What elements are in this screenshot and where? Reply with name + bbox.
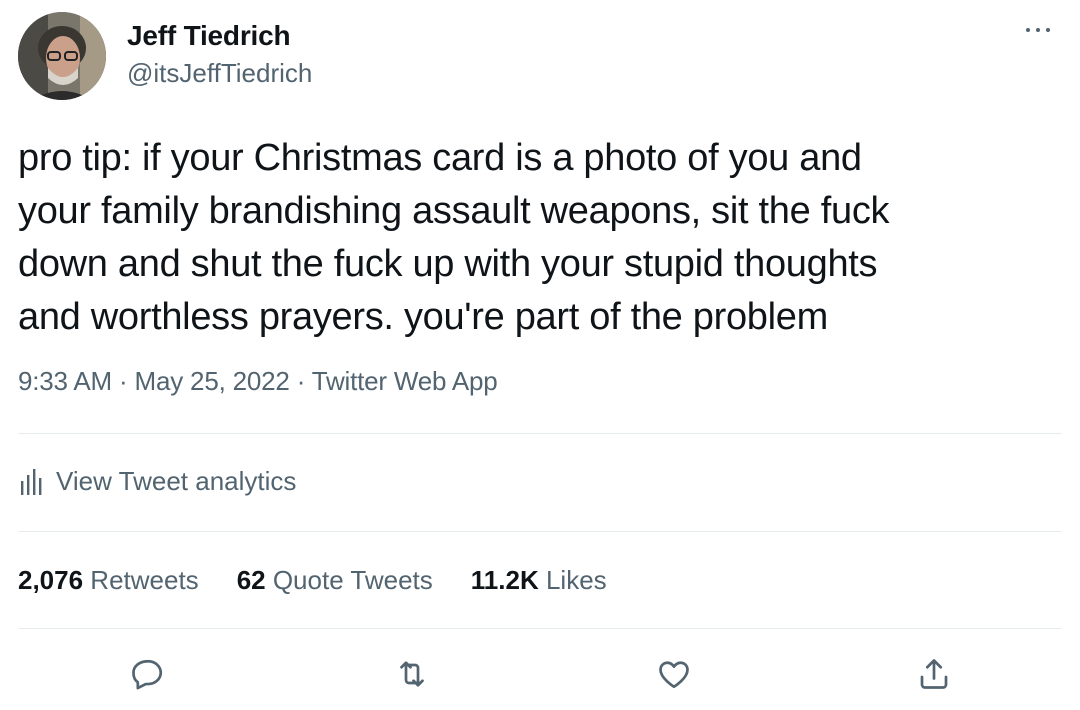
tweet-text-line: down and shut the fuck up with your stup… (18, 243, 878, 285)
retweets-label: Retweets (83, 565, 199, 595)
tweet-text-line: and worthless prayers. you're part of th… (18, 296, 828, 338)
tweet-text-line: your family brandishing assault weapons,… (18, 190, 890, 232)
analytics-icon (21, 468, 42, 495)
more-options-icon[interactable] (1018, 14, 1058, 44)
reply-icon (132, 659, 163, 690)
retweet-icon (400, 661, 424, 687)
tweet-date[interactable]: May 25, 2022 (135, 366, 290, 396)
tweet-actions (0, 650, 1080, 700)
author-handle[interactable]: @itsJeffTiedrich (127, 58, 312, 89)
author-name[interactable]: Jeff Tiedrich (127, 20, 291, 52)
meta-separator: · (112, 366, 135, 396)
likes-stat[interactable]: 11.2K Likes (471, 565, 607, 596)
view-analytics-link[interactable]: View Tweet analytics (20, 466, 296, 497)
divider (18, 628, 1062, 629)
like-icon (659, 661, 689, 689)
like-button[interactable] (650, 650, 698, 698)
share-icon (920, 659, 948, 689)
avatar-photo (18, 12, 106, 100)
analytics-label: View Tweet analytics (56, 466, 297, 496)
divider (18, 433, 1062, 434)
tweet-stats: 2,076 Retweets 62 Quote Tweets 11.2K Lik… (18, 565, 645, 596)
retweets-count: 2,076 (18, 565, 84, 595)
reply-button[interactable] (124, 650, 172, 698)
avatar[interactable] (18, 12, 106, 100)
divider (18, 531, 1062, 532)
tweet-meta: 9:33 AM · May 25, 2022 · Twitter Web App (18, 366, 498, 397)
share-button[interactable] (910, 650, 958, 698)
tweet-time[interactable]: 9:33 AM (18, 366, 112, 396)
likes-count: 11.2K (470, 565, 539, 595)
quote-tweets-stat[interactable]: 62 Quote Tweets (237, 565, 433, 596)
quotes-label: Quote Tweets (265, 565, 433, 595)
tweet-source[interactable]: Twitter Web App (312, 366, 498, 396)
tweet-text-line: pro tip: if your Christmas card is a pho… (18, 137, 862, 179)
tweet-text: pro tip: if your Christmas card is a pho… (18, 132, 1058, 344)
likes-label: Likes (538, 565, 607, 595)
meta-separator: · (289, 366, 312, 396)
retweets-stat[interactable]: 2,076 Retweets (18, 565, 199, 596)
quotes-count: 62 (236, 565, 266, 595)
retweet-button[interactable] (388, 650, 436, 698)
